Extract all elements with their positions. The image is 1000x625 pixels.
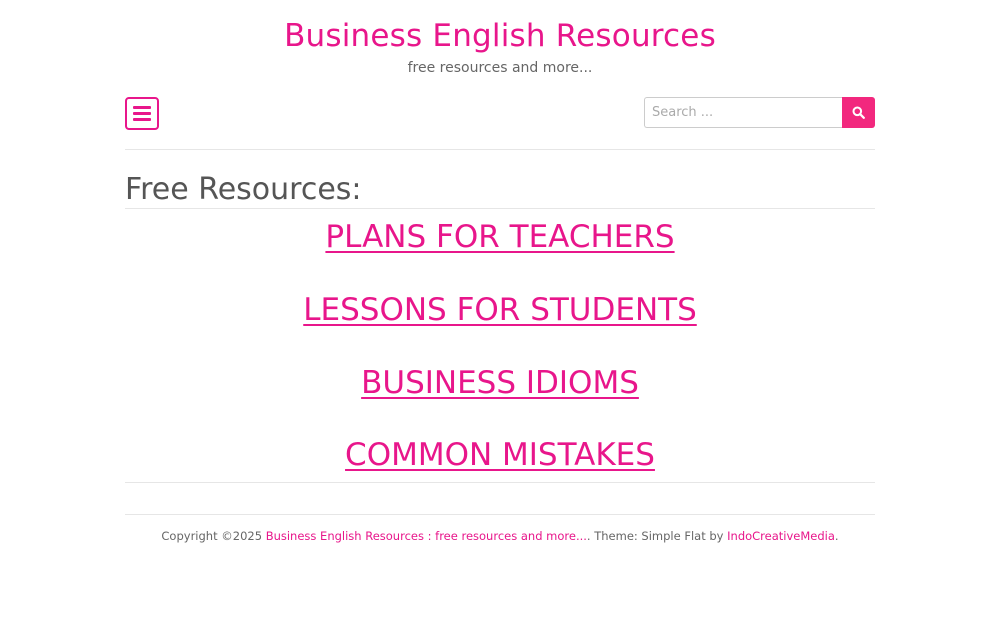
plans-for-teachers-link[interactable]: PLANS FOR TEACHERS bbox=[0, 218, 1000, 256]
menu-toggle-button[interactable] bbox=[125, 97, 159, 130]
footer: Copyright ©2025 Business English Resourc… bbox=[0, 528, 1000, 544]
search-input[interactable] bbox=[644, 97, 842, 128]
business-idioms-link[interactable]: BUSINESS IDIOMS bbox=[0, 364, 1000, 402]
footer-end-punctuation: . bbox=[834, 529, 839, 543]
page-title: Free Resources: bbox=[125, 172, 362, 207]
menu-icon-bar bbox=[133, 118, 151, 121]
menu-icon-bar bbox=[133, 112, 151, 115]
site-tagline: free resources and more... bbox=[407, 60, 593, 76]
header-divider bbox=[125, 149, 875, 150]
site-title[interactable]: Business English Resources bbox=[0, 16, 1000, 56]
lessons-for-students-link[interactable]: LESSONS FOR STUDENTS bbox=[0, 291, 1000, 329]
search-button[interactable] bbox=[842, 97, 875, 128]
page: Business English Resources free resource… bbox=[0, 0, 1000, 625]
heading-divider bbox=[125, 208, 875, 209]
footer-author-link[interactable]: IndoCreativeMedia bbox=[727, 529, 835, 543]
menu-icon-bar bbox=[133, 106, 151, 109]
search-icon bbox=[852, 106, 865, 119]
common-mistakes-link[interactable]: COMMON MISTAKES bbox=[0, 436, 1000, 474]
footer-site-link[interactable]: Business English Resources : free resour… bbox=[266, 529, 587, 543]
copyright-text: Copyright ©2025 bbox=[161, 529, 263, 543]
footer-divider bbox=[125, 514, 875, 515]
content-divider bbox=[125, 482, 875, 483]
theme-credit-text: . Theme: Simple Flat by bbox=[586, 529, 724, 543]
